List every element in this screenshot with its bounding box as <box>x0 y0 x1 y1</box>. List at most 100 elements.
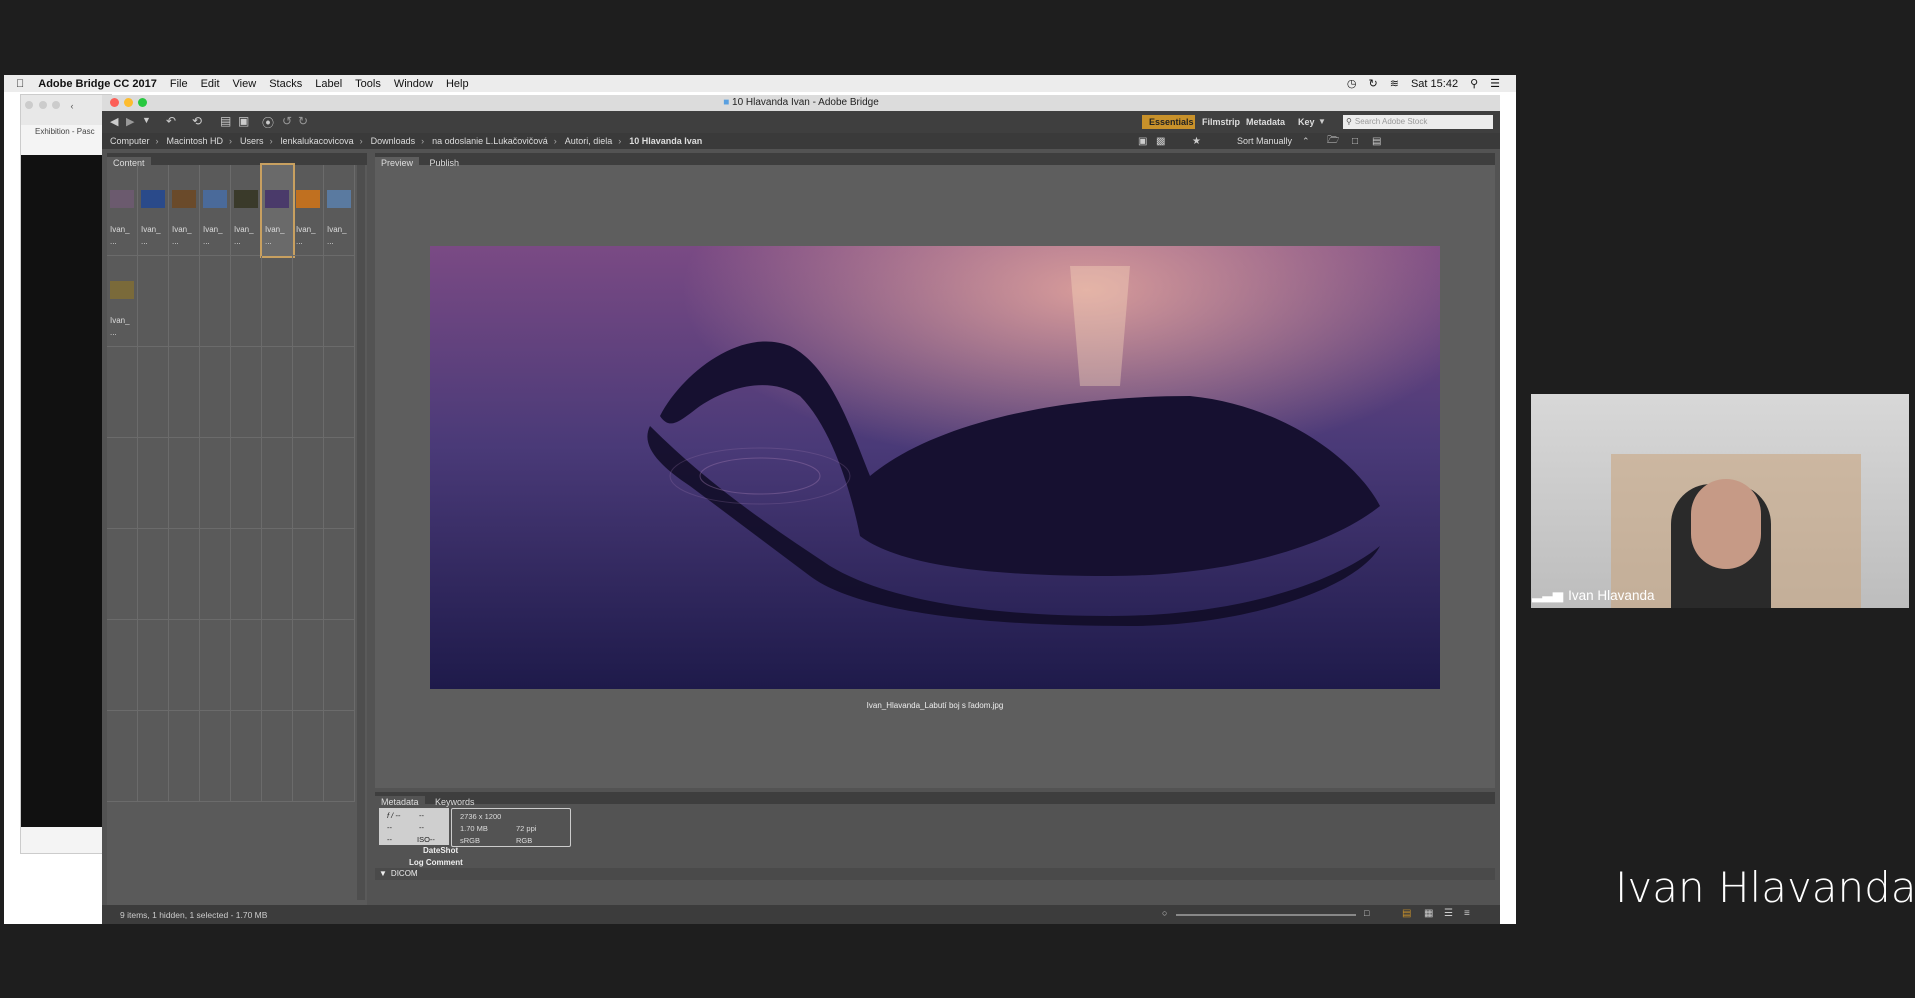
camera-raw-icon[interactable]: ⦿ <box>262 114 274 131</box>
zoom-button[interactable] <box>138 98 147 107</box>
view-list-icon[interactable]: ≡ <box>1464 908 1470 919</box>
wifi-icon[interactable]: ≋ <box>1390 77 1399 90</box>
menu-tools[interactable]: Tools <box>355 78 381 90</box>
apple-icon[interactable]:  <box>16 78 24 90</box>
workspace-key[interactable]: Key <box>1298 117 1315 127</box>
file-size: 1.70 MB <box>460 824 488 833</box>
rotate-left-icon[interactable]: ↺ <box>282 114 292 128</box>
path-computer[interactable]: Computer <box>110 136 150 146</box>
thumbnail-cell[interactable]: Ivan_... <box>293 165 324 256</box>
menu-file[interactable]: File <box>170 78 188 90</box>
thumbnail-sublabel: ... <box>110 328 117 337</box>
thumbnail-image[interactable] <box>141 190 165 208</box>
spotlight-search-icon[interactable]: ⚲ <box>1470 77 1478 90</box>
thumbnail-image[interactable] <box>265 190 289 208</box>
thumbnail-image[interactable] <box>327 190 351 208</box>
background-window-tab[interactable]: Exhibition - Pasc <box>21 125 111 136</box>
new-folder-icon[interactable]: □ <box>1352 136 1358 147</box>
preview-image[interactable] <box>430 246 1440 689</box>
thumbnail-cell[interactable]: Ivan_... <box>324 165 355 256</box>
quality-icon[interactable]: ▣ <box>1138 136 1147 147</box>
workspace-filmstrip[interactable]: Filmstrip <box>1202 117 1240 127</box>
thumbnail-image[interactable] <box>110 190 134 208</box>
empty-cell <box>262 347 293 438</box>
view-details-icon[interactable]: ☰ <box>1444 908 1453 919</box>
workspace-menu-chevron-icon[interactable]: ▼ <box>1318 117 1326 126</box>
menu-stacks[interactable]: Stacks <box>269 78 302 90</box>
refine-icon[interactable]: ▣ <box>238 114 249 128</box>
menu-window[interactable]: Window <box>394 78 433 90</box>
zoom-in-icon[interactable]: □ <box>1364 908 1369 918</box>
workspace-essentials[interactable]: Essentials <box>1142 115 1195 129</box>
clock[interactable]: Sat 15:42 <box>1411 78 1458 90</box>
sort-direction-icon[interactable]: ⌃ <box>1302 136 1310 147</box>
back-icon[interactable]: ◀ <box>110 115 118 128</box>
search-field[interactable]: ⚲ Search Adobe Stock <box>1343 115 1493 129</box>
workspace-metadata[interactable]: Metadata <box>1246 117 1285 127</box>
thumbnail-quality-icon[interactable]: ▩ <box>1156 136 1165 147</box>
minimize-button[interactable] <box>124 98 133 107</box>
path-autori-diela[interactable]: Autori, diela <box>565 136 613 146</box>
empty-cell <box>169 347 200 438</box>
thumbnail-cell[interactable]: Ivan_... <box>107 165 138 256</box>
recent-dropdown-icon[interactable]: ▼ <box>142 115 151 125</box>
boomerang-icon[interactable]: ⟲ <box>192 114 202 128</box>
get-photos-icon[interactable]: ▤ <box>220 114 231 128</box>
thumbnail-image[interactable] <box>296 190 320 208</box>
notification-center-icon[interactable]: ☰ <box>1490 77 1500 90</box>
field-dateshot[interactable]: DateShot <box>423 846 458 855</box>
field-log-comment[interactable]: Log Comment <box>409 858 463 867</box>
thumbnail-cell[interactable]: Ivan_... <box>231 165 262 256</box>
content-scrollbar[interactable] <box>357 165 365 900</box>
tab-publish[interactable]: Publish <box>423 157 465 169</box>
delete-icon[interactable]: ▤ <box>1372 136 1381 147</box>
thumbnail-cell[interactable]: Ivan_... <box>138 165 169 256</box>
empty-cell <box>231 620 262 711</box>
tab-keywords[interactable]: Keywords <box>429 796 481 808</box>
path-user-home[interactable]: lenkalukacovicova <box>281 136 354 146</box>
thumbnail-cell[interactable]: Ivan_... <box>200 165 231 256</box>
forward-icon[interactable]: ▶ <box>126 115 134 128</box>
tab-metadata[interactable]: Metadata <box>375 796 425 808</box>
tab-preview[interactable]: Preview <box>375 157 420 169</box>
menu-view[interactable]: View <box>233 78 257 90</box>
path-users[interactable]: Users <box>240 136 264 146</box>
menu-label[interactable]: Label <box>315 78 342 90</box>
path-na-odoslanie[interactable]: na odoslanie L.Lukačovičová <box>432 136 548 146</box>
menu-help[interactable]: Help <box>446 78 469 90</box>
thumbnail-image[interactable] <box>172 190 196 208</box>
path-current-folder[interactable]: 10 Hlavanda Ivan <box>629 136 702 146</box>
open-recent-icon[interactable]: 🗁 <box>1327 133 1339 150</box>
app-name[interactable]: Adobe Bridge CC 2017 <box>38 78 157 90</box>
menu-edit[interactable]: Edit <box>201 78 220 90</box>
path-downloads[interactable]: Downloads <box>371 136 416 146</box>
sort-dropdown[interactable]: Sort Manually <box>1237 136 1292 146</box>
webcam-video[interactable] <box>1531 394 1909 608</box>
time-machine-icon[interactable]: ◷ <box>1347 77 1357 90</box>
rotate-right-icon[interactable]: ↻ <box>298 114 308 128</box>
content-panel[interactable]: Content Ivan_... Ivan_... Ivan_... Ivan_...… <box>107 153 367 905</box>
thumbnail-image[interactable] <box>234 190 258 208</box>
back-arrow-icon[interactable]: ‹ <box>71 101 74 111</box>
empty-cell <box>324 529 355 620</box>
view-grid-lock-icon[interactable]: ▤ <box>1402 908 1411 919</box>
thumbnail-cell[interactable]: Ivan_... <box>260 163 295 258</box>
chevron-right-icon: › <box>155 136 159 146</box>
rating-filter-star-icon[interactable]: ★ <box>1192 136 1201 147</box>
thumbnail-cell[interactable]: Ivan_... <box>107 256 138 347</box>
dicom-section-header[interactable]: ▼ DICOM <box>375 868 1495 880</box>
empty-cell <box>169 256 200 347</box>
thumbnail-image[interactable] <box>110 281 134 299</box>
sync-icon[interactable]: ↻ <box>1369 77 1378 90</box>
thumbnail-size-slider[interactable] <box>1176 914 1356 916</box>
view-thumbnails-icon[interactable]: ▦ <box>1424 908 1433 919</box>
thumbnail-image[interactable] <box>203 190 227 208</box>
path-macintosh-hd[interactable]: Macintosh HD <box>167 136 224 146</box>
chevron-right-icon: › <box>553 136 557 146</box>
close-button[interactable] <box>110 98 119 107</box>
zoom-out-icon[interactable]: ○ <box>1162 908 1167 918</box>
background-window[interactable]: ‹ Exhibition - Pasc <box>20 94 112 854</box>
content-panel-header: Content <box>107 153 367 169</box>
return-icon[interactable]: ↶ <box>166 114 176 128</box>
thumbnail-cell[interactable]: Ivan_... <box>169 165 200 256</box>
